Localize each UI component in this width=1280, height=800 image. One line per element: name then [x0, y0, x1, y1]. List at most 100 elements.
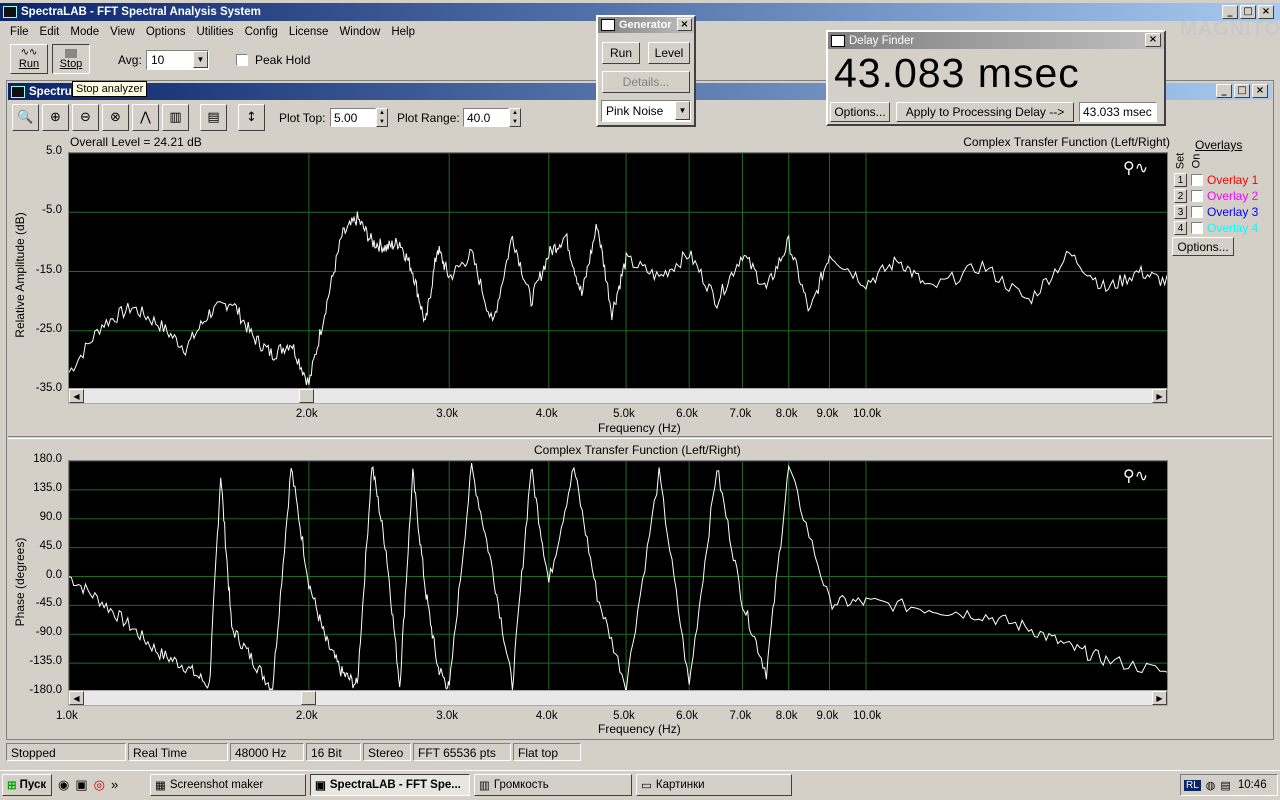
browser-icon[interactable]: ◉: [58, 777, 69, 793]
plot-top-input[interactable]: 5.00: [330, 108, 376, 127]
y-tick-label: 5.0: [46, 145, 62, 157]
taskbar-item[interactable]: ▦ Screenshot maker: [150, 774, 306, 796]
zoom-in-2x-icon[interactable]: ⊕: [42, 104, 69, 131]
overlay-label: Overlay 2: [1207, 189, 1259, 203]
taskbar-item[interactable]: ▣ SpectraLAB - FFT Spe...: [310, 774, 470, 796]
generator-run-button[interactable]: Run: [602, 42, 640, 64]
volume-icon[interactable]: ◍: [1206, 779, 1216, 792]
language-indicator[interactable]: RL: [1184, 779, 1201, 791]
x-tick-label: 7.0k: [729, 408, 752, 420]
data-series-line: [69, 211, 1167, 386]
delay-finder-icon: [831, 34, 845, 47]
menu-item-mode[interactable]: Mode: [70, 26, 99, 38]
scroll-thumb[interactable]: [301, 691, 316, 705]
y-tick-label: -5.0: [42, 204, 62, 217]
quick-launch: ◉ ▣ ◎ »: [58, 777, 118, 793]
apply-processing-delay-button[interactable]: Apply to Processing Delay -->: [896, 102, 1074, 122]
scroll-left-button[interactable]: ◀: [69, 389, 84, 403]
peak-hold-checkbox[interactable]: [236, 54, 248, 66]
plot-settings-icon[interactable]: ⚲∿: [1123, 466, 1148, 485]
generator-level-button[interactable]: Level: [648, 42, 690, 64]
y-tick-label: 135.0: [33, 481, 62, 494]
menu-item-utilities[interactable]: Utilities: [197, 26, 234, 38]
plot-range-input[interactable]: 40.0: [463, 108, 509, 127]
menu-item-view[interactable]: View: [110, 26, 135, 38]
overlay-on-checkbox[interactable]: [1191, 206, 1203, 218]
overlay-set-button[interactable]: 3: [1174, 205, 1187, 219]
overlay-on-checkbox[interactable]: [1191, 222, 1203, 234]
amplitude-plot[interactable]: ⚲∿: [68, 152, 1168, 389]
x-tick-label: 5.0k: [613, 710, 635, 722]
menu-item-options[interactable]: Options: [146, 26, 186, 38]
spectralab-icon[interactable]: ▣: [75, 777, 87, 793]
scroll-left-button[interactable]: ◀: [69, 691, 84, 705]
bottom-scrollbar[interactable]: ◀ ▶: [68, 690, 1168, 706]
more-icon[interactable]: »: [111, 777, 118, 793]
generator-icon: [601, 19, 615, 31]
scale-icon[interactable]: ↕: [238, 104, 265, 131]
maximize-button[interactable]: □: [1240, 5, 1256, 19]
generator-close-button[interactable]: ×: [677, 18, 692, 31]
top-scrollbar[interactable]: ◀ ▶: [68, 388, 1168, 404]
menu-item-edit[interactable]: Edit: [40, 26, 60, 38]
x-tick-label: 6.0k: [676, 408, 698, 420]
overlay-set-button[interactable]: 1: [1174, 173, 1187, 187]
overlay-on-checkbox[interactable]: [1191, 174, 1203, 186]
zoom-out-2x-icon[interactable]: ⊖: [72, 104, 99, 131]
overlay-row: 2 Overlay 2: [1174, 188, 1258, 204]
spectrum-toolbar: 🔍 ⊕ ⊖ ⊗ ⋀ ▥ ▤ ↕: [12, 104, 265, 131]
noise-type-select[interactable]: Pink Noise ▼: [601, 100, 691, 122]
avg-select[interactable]: 10 ▼: [146, 50, 209, 70]
x-tick-label: 9.0k: [816, 408, 839, 420]
plot-range-spinner[interactable]: ▲ ▼: [509, 108, 521, 127]
plot-top-spinner[interactable]: ▲ ▼: [376, 108, 388, 127]
plot-top-label: Plot Top:: [279, 111, 326, 125]
overlay-set-button[interactable]: 2: [1174, 189, 1187, 203]
overlays-options-button[interactable]: Options...: [1172, 237, 1234, 256]
spectrum-maximize-button[interactable]: □: [1234, 84, 1250, 98]
scroll-right-button[interactable]: ▶: [1152, 389, 1167, 403]
menu-item-file[interactable]: File: [10, 26, 29, 38]
y-tick-label: 45.0: [39, 539, 62, 552]
plot-settings-icon[interactable]: ⚲∿: [1123, 158, 1148, 177]
x-tick-label: 3.0k: [436, 408, 458, 420]
applied-delay-field[interactable]: 43.033 msec: [1079, 102, 1157, 122]
chevron-down-icon[interactable]: ▼: [675, 101, 690, 120]
stop-button[interactable]: Stop: [52, 44, 90, 74]
delay-finder-close-button[interactable]: ×: [1145, 33, 1161, 47]
zoom-out-full-icon[interactable]: ⊗: [102, 104, 129, 131]
overlay-on-checkbox[interactable]: [1191, 190, 1203, 202]
y-tick-label: 0.0: [46, 568, 62, 581]
log-icon[interactable]: ▤: [200, 104, 227, 131]
menu-item-config[interactable]: Config: [245, 26, 278, 38]
overlay-set-button[interactable]: 4: [1174, 221, 1187, 235]
delay-options-button[interactable]: Options...: [830, 102, 890, 122]
menu-item-window[interactable]: Window: [339, 26, 380, 38]
pane-divider[interactable]: [8, 436, 1272, 439]
peak-icon[interactable]: ⋀: [132, 104, 159, 131]
start-button[interactable]: ⊞ Пуск: [2, 774, 52, 796]
spectrum-minimize-button[interactable]: _: [1216, 84, 1232, 98]
camera-icon: ▦: [155, 780, 166, 792]
overlays-heading[interactable]: Overlays: [1195, 138, 1242, 152]
menu-item-license[interactable]: License: [289, 26, 329, 38]
zoom-icon[interactable]: 🔍: [12, 104, 39, 131]
x-tick-label: 4.0k: [535, 710, 558, 722]
opera-icon[interactable]: ◎: [94, 777, 105, 793]
menu-item-help[interactable]: Help: [391, 26, 415, 38]
network-icon[interactable]: ▤: [1220, 779, 1230, 792]
run-button[interactable]: ∿∿ Run: [10, 44, 48, 74]
bars-icon[interactable]: ▥: [162, 104, 189, 131]
taskbar-item[interactable]: ▭ Картинки: [636, 774, 792, 796]
scroll-thumb[interactable]: [299, 389, 314, 403]
taskbar-item[interactable]: ▥ Громкость: [474, 774, 632, 796]
close-button[interactable]: ×: [1258, 5, 1274, 19]
minimize-button[interactable]: _: [1222, 5, 1238, 19]
generator-details-button[interactable]: Details...: [602, 71, 690, 93]
chevron-down-icon[interactable]: ▼: [193, 51, 208, 68]
phase-plot[interactable]: ⚲∿: [68, 460, 1168, 691]
scroll-right-button[interactable]: ▶: [1152, 691, 1167, 705]
y-tick-label: -45.0: [35, 597, 62, 610]
spectrum-close-button[interactable]: ×: [1252, 84, 1268, 98]
overlay-label: Overlay 1: [1207, 173, 1259, 187]
